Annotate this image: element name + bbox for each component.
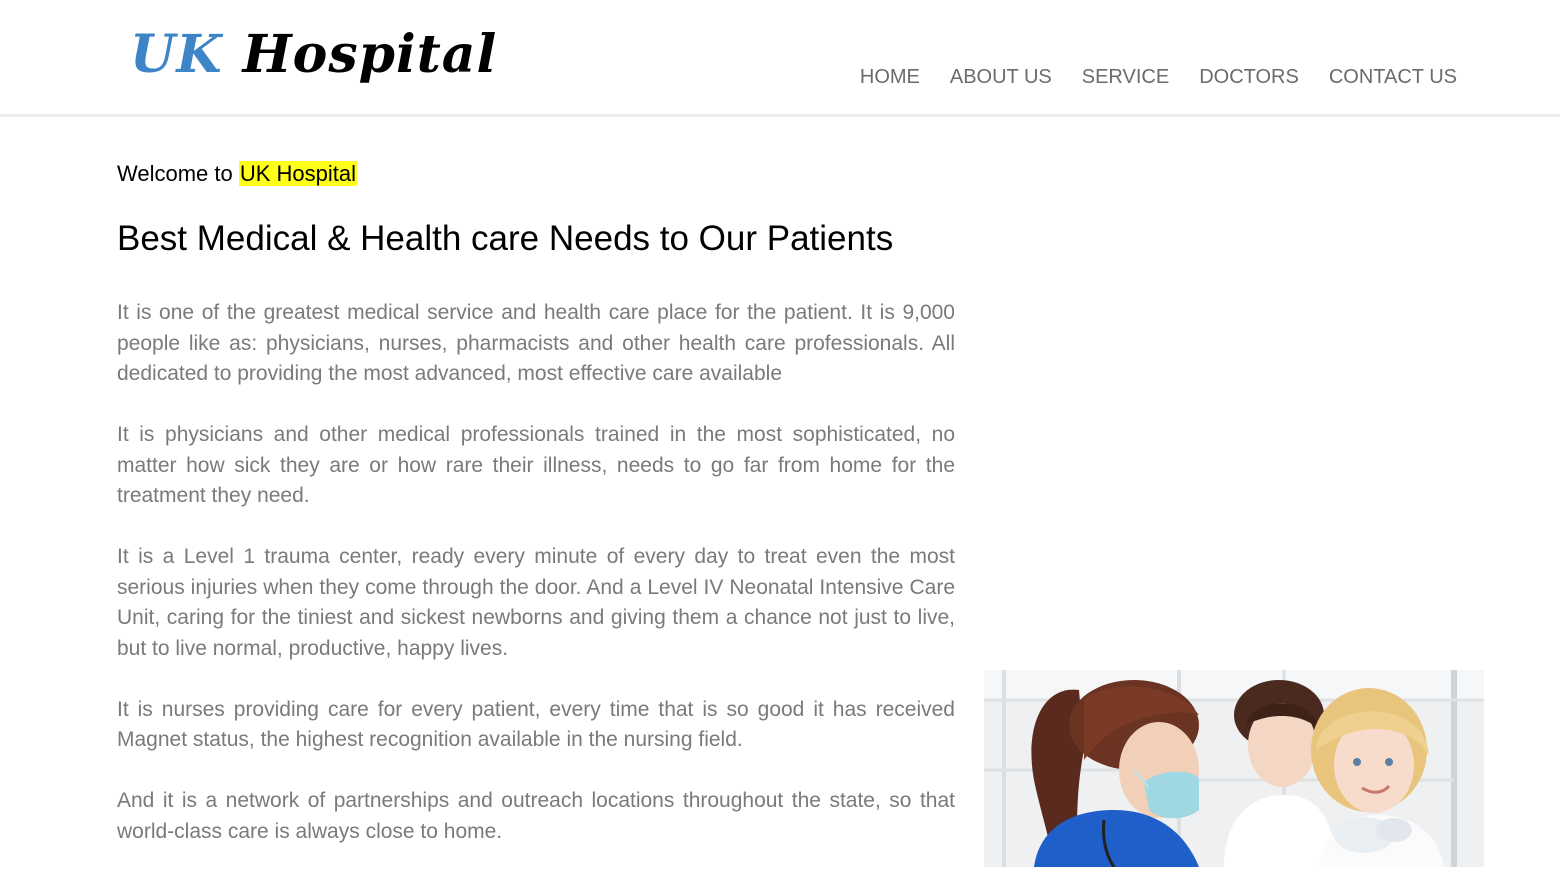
welcome-highlight: UK Hospital [238,161,358,186]
paragraph-3: It is a Level 1 trauma center, ready eve… [117,545,955,660]
nav-contact-us[interactable]: CONTACT US [1329,66,1457,89]
logo-hospital-text: Hospital [242,24,498,85]
welcome-prefix: Welcome to [117,161,239,186]
main-nav: HOME ABOUT US SERVICE DOCTORS CONTACT US [860,66,1457,89]
nav-home[interactable]: HOME [860,66,920,89]
main-content: Welcome to UK Hospital Best Medical & He… [117,158,955,878]
paragraph-2: It is physicians and other medical profe… [117,423,955,507]
logo-uk-text: UK [130,24,223,85]
body-text: It is one of the greatest medical servic… [117,298,955,847]
nav-doctors[interactable]: DOCTORS [1199,66,1299,89]
nav-service[interactable]: SERVICE [1082,66,1169,89]
site-header: UK Hospital HOME ABOUT US SERVICE DOCTORS… [0,0,1560,117]
paragraph-4: It is nurses providing care for every pa… [117,697,955,752]
nurse-patient-photo [984,670,1484,867]
nav-about-us[interactable]: ABOUT US [950,66,1052,89]
page-headline: Best Medical & Health care Needs to Our … [117,219,894,258]
site-logo[interactable]: UK Hospital [130,22,497,88]
paragraph-1: It is one of the greatest medical servic… [117,301,955,385]
paragraph-5: And it is a network of partnerships and … [117,789,955,843]
welcome-line: Welcome to UK Hospital [117,158,955,190]
